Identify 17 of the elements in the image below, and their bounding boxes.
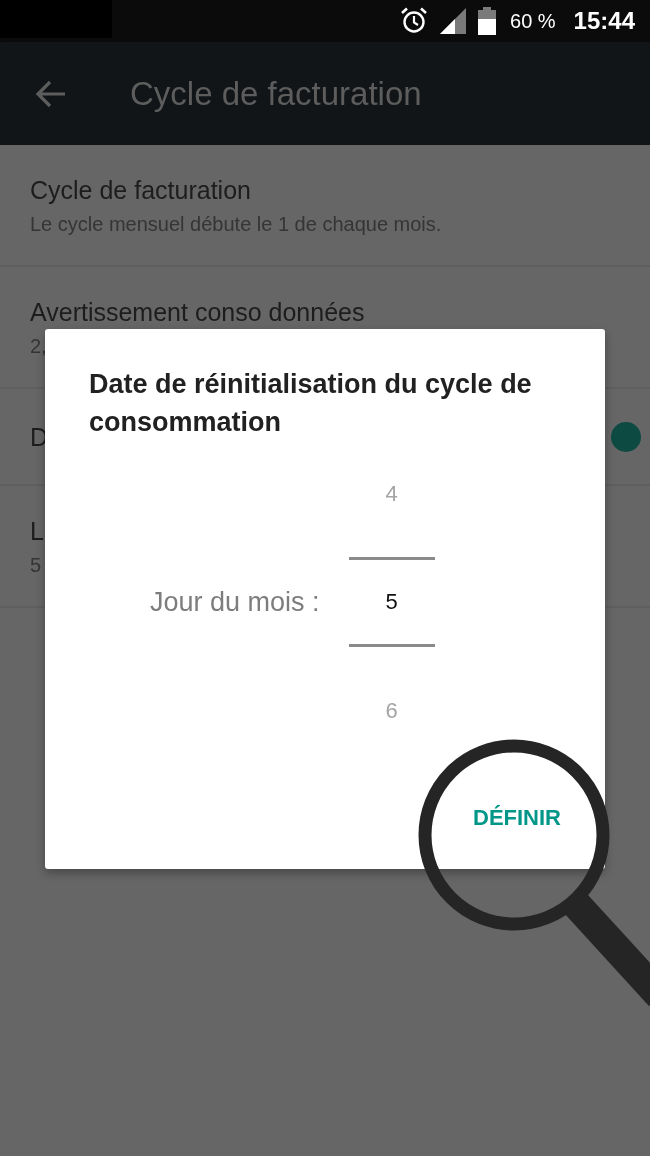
signal-icon: [440, 8, 466, 34]
setting-title: L: [30, 517, 44, 546]
battery-icon: [478, 7, 496, 35]
battery-percentage: 60 %: [510, 9, 556, 33]
back-arrow-icon: [35, 79, 67, 108]
screen-title: Cycle de facturation: [130, 74, 422, 113]
selected-day[interactable]: 5: [348, 557, 435, 647]
picker-label: Jour du mois :: [150, 587, 320, 618]
clock-time: 15:44: [573, 7, 635, 35]
picker-option[interactable]: 6: [348, 684, 435, 738]
setting-title: Avertissement conso données: [30, 298, 365, 327]
alarm-clock-icon: [400, 7, 428, 35]
dialog-title: Date de réinitialisation du cycle de consommation: [88, 368, 533, 439]
setting-title: Cycle de facturation: [30, 176, 252, 205]
set-button[interactable]: DÉFINIR: [463, 797, 571, 839]
toggle-switch[interactable]: [611, 421, 641, 452]
picker-option[interactable]: 4: [348, 467, 435, 521]
